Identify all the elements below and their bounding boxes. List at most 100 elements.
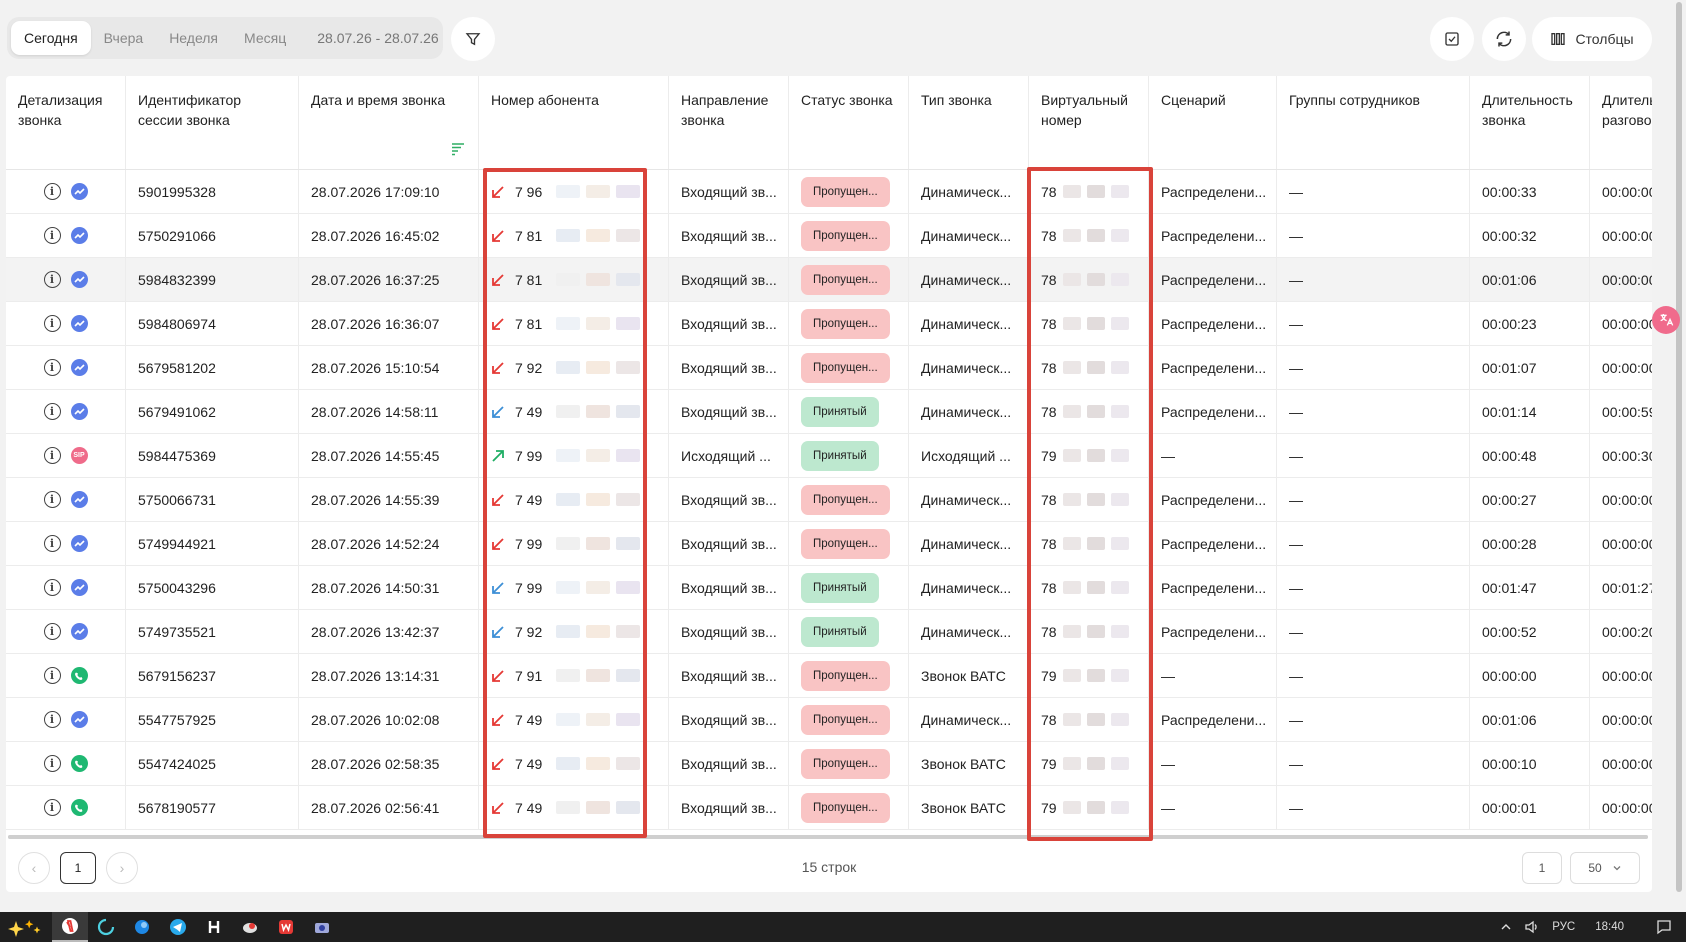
info-icon[interactable]: i [43,667,61,684]
taskbar-app-5-icon[interactable] [196,912,232,942]
taskbar-telegram-icon[interactable] [160,912,196,942]
column-header-scenario[interactable]: Сценарий [1149,76,1277,169]
analytics-icon[interactable] [70,183,88,200]
table-row[interactable]: i SIP 5984475369 28.07.2026 14:55:45 7 99 Исх… [6,434,1652,478]
cell-direction: Исходящий ... [669,434,789,477]
cell-text: Динамическ... [921,183,1012,200]
analytics-icon[interactable] [70,491,88,508]
column-header-type[interactable]: Тип звонка [909,76,1029,169]
translate-widget-button[interactable] [1652,306,1680,334]
cell-text: 79 [1041,667,1057,684]
period-month-button[interactable]: Месяц [231,21,299,55]
horizontal-scrollbar[interactable] [6,833,1652,841]
start-button[interactable] [0,912,52,942]
info-icon[interactable]: i [43,183,61,200]
cell-text: 00:00:33 [1482,183,1537,200]
info-icon[interactable]: i [43,623,61,640]
vertical-scrollbar-thumb[interactable] [1676,2,1682,892]
taskbar-app-6-icon[interactable] [232,912,268,942]
cell-text: 5749735521 [138,623,216,640]
table-row[interactable]: i 5679156237 28.07.2026 13:14:31 7 91 Входящ… [6,654,1652,698]
table-row[interactable]: i 5679491062 28.07.2026 14:58:11 7 49 Входящ… [6,390,1652,434]
info-icon[interactable]: i [43,447,61,464]
info-icon[interactable]: i [43,711,61,728]
table-row[interactable]: i 5749735521 28.07.2026 13:42:37 7 92 Входящ… [6,610,1652,654]
taskbar-app-8-icon[interactable] [304,912,340,942]
sort-icon[interactable] [450,141,466,157]
table-row[interactable]: i 5547424025 28.07.2026 02:58:35 7 49 Входящ… [6,742,1652,786]
date-range-picker[interactable]: 28.07.26 - 28.07.26 [304,21,451,55]
info-icon[interactable]: i [43,403,61,420]
table-row[interactable]: i 5901995328 28.07.2026 17:09:10 7 96 Входящ… [6,170,1652,214]
analytics-icon[interactable] [70,227,88,244]
redacted-block [1086,273,1105,286]
column-header-session-id[interactable]: Идентификатор сессии звонка [126,76,299,169]
column-header-duration[interactable]: Длительность звонка [1470,76,1590,169]
table-row[interactable]: i 5547757925 28.07.2026 10:02:08 7 49 Входящ… [6,698,1652,742]
column-header-datetime[interactable]: Дата и время звонка [299,76,479,169]
taskbar-app-2-icon[interactable] [88,912,124,942]
redacted-digits [556,625,641,638]
info-icon[interactable]: i [43,799,61,816]
export-button[interactable] [1430,17,1474,61]
analytics-icon[interactable] [70,359,88,376]
info-icon[interactable]: i [43,271,61,288]
table-row[interactable]: i 5749944921 28.07.2026 14:52:24 7 99 Входящ… [6,522,1652,566]
table-row[interactable]: i 5984832399 28.07.2026 16:37:25 7 81 Входящ… [6,258,1652,302]
volume-icon[interactable] [1524,920,1540,934]
clock[interactable]: 18:40 [1595,921,1624,933]
analytics-icon[interactable] [70,315,88,332]
horizontal-scrollbar-thumb[interactable] [8,835,1648,839]
column-header-detail[interactable]: Детализация звонка [6,76,126,169]
table-row[interactable]: i 5750043296 28.07.2026 14:50:31 7 99 Входящ… [6,566,1652,610]
info-icon[interactable]: i [43,535,61,552]
cell-text: 78 [1041,491,1057,508]
phone-icon[interactable] [70,799,88,816]
column-header-direction[interactable]: Направление звонка [669,76,789,169]
analytics-icon[interactable] [70,623,88,640]
analytics-icon[interactable] [70,403,88,420]
analytics-icon[interactable] [70,535,88,552]
analytics-icon[interactable] [70,579,88,596]
redacted-digits [556,493,641,506]
table-row[interactable]: i 5678190577 28.07.2026 02:56:41 7 49 Входящ… [6,786,1652,830]
cell-text: 28.07.2026 13:42:37 [311,623,440,640]
info-icon[interactable]: i [43,359,61,376]
phone-icon[interactable] [70,755,88,772]
refresh-button[interactable] [1482,17,1526,61]
sip-icon[interactable]: SIP [70,447,88,464]
info-icon[interactable]: i [43,579,61,596]
taskbar-browser-icon[interactable] [52,912,88,942]
analytics-icon[interactable] [70,711,88,728]
taskbar-app-7-icon[interactable] [268,912,304,942]
keyboard-language[interactable]: РУС [1552,921,1575,933]
page-jump-input[interactable]: 1 [1522,852,1562,884]
table-row[interactable]: i 5984806974 28.07.2026 16:36:07 7 81 Входящ… [6,302,1652,346]
info-icon[interactable]: i [43,227,61,244]
chevron-up-icon[interactable] [1500,921,1512,933]
columns-button[interactable]: Столбцы [1532,17,1652,61]
table-row[interactable]: i 5750066731 28.07.2026 14:55:39 7 49 Входящ… [6,478,1652,522]
column-header-talk-duration[interactable]: Длительность разговора [1590,76,1652,169]
period-week-button[interactable]: Неделя [156,21,231,55]
column-header-employee-groups[interactable]: Группы сотрудников [1277,76,1470,169]
info-icon[interactable]: i [43,755,61,772]
info-icon[interactable]: i [43,491,61,508]
filter-button[interactable] [451,17,495,61]
taskbar-app-3-icon[interactable] [124,912,160,942]
period-today-button[interactable]: Сегодня [11,21,91,55]
column-header-status[interactable]: Статус звонка [789,76,909,169]
table-row[interactable]: i 5750291066 28.07.2026 16:45:02 7 81 Входящ… [6,214,1652,258]
notifications-icon[interactable] [1656,919,1672,935]
period-yesterday-button[interactable]: Вчера [91,21,157,55]
page-size-select[interactable]: 50 [1570,852,1640,884]
vertical-scrollbar[interactable] [1672,0,1686,912]
redacted-block [1086,625,1105,638]
info-icon[interactable]: i [43,315,61,332]
analytics-icon[interactable] [70,271,88,288]
phone-icon[interactable] [70,667,88,684]
table-row[interactable]: i 5679581202 28.07.2026 15:10:54 7 92 Входящ… [6,346,1652,390]
cell-employee-groups: — [1277,698,1470,741]
column-header-virtual-number[interactable]: Виртуальный номер [1029,76,1149,169]
column-header-subscriber-number[interactable]: Номер абонента [479,76,669,169]
